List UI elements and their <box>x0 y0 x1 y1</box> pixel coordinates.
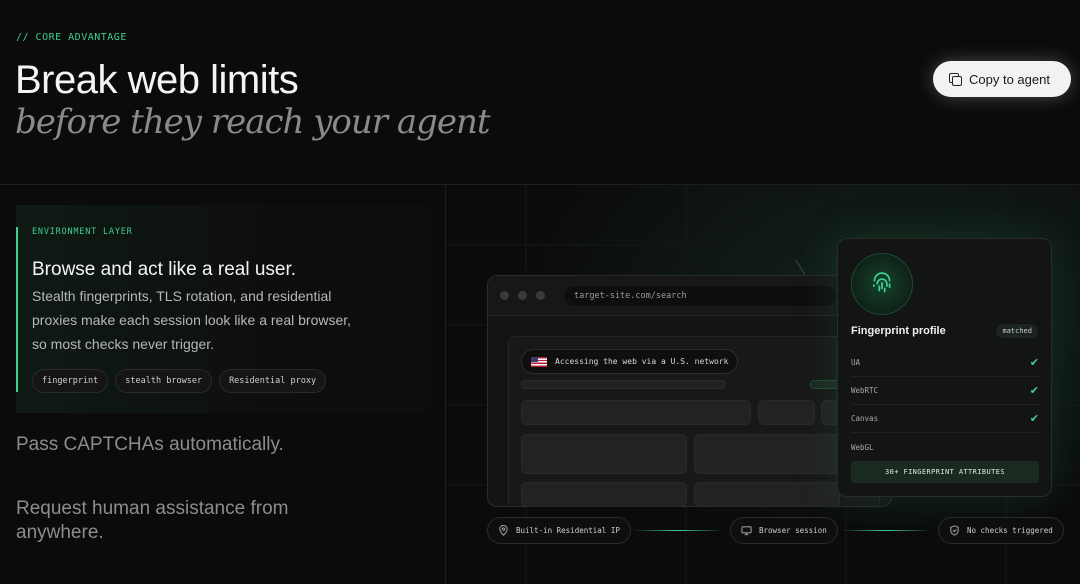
check-icon: ✔ <box>1029 356 1039 369</box>
status-residential-ip: Built-in Residential IP <box>487 517 631 544</box>
fingerprint-icon <box>851 253 913 315</box>
copy-button-label: Copy to agent <box>969 71 1050 87</box>
check-icon: ✔ <box>1029 384 1039 397</box>
tag-residential-proxy: Residential proxy <box>219 369 327 393</box>
monitor-icon <box>741 525 752 536</box>
placeholder-block <box>758 400 815 425</box>
status-no-checks: No checks triggered <box>938 517 1064 544</box>
feature-layer-label: ENVIRONMENT LAYER <box>32 227 133 237</box>
connector-line <box>632 530 724 531</box>
network-pill-label: Accessing the web via a U.S. network <box>555 357 729 366</box>
attribute-name: Canvas <box>851 414 879 423</box>
feature-title: Browse and act like a real user. <box>32 259 297 280</box>
page-title: Break web limits <box>15 58 299 102</box>
copy-to-agent-button[interactable]: Copy to agent <box>933 61 1071 97</box>
placeholder-block <box>694 482 840 507</box>
attribute-row-ua: UA ✔ <box>851 349 1039 377</box>
placeholder-block <box>694 434 840 474</box>
placeholder-line <box>521 380 726 389</box>
connector-line <box>840 530 932 531</box>
status-label: Browser session <box>759 526 827 535</box>
attributes-count-banner: 30+ FINGERPRINT ATTRIBUTES <box>851 461 1039 483</box>
active-indicator <box>16 227 18 392</box>
attribute-name: UA <box>851 358 861 367</box>
placeholder-block <box>521 400 751 425</box>
location-pin-icon <box>498 524 509 536</box>
page-subtitle: before they reach your agent <box>15 102 491 142</box>
feature-item-human-assistance[interactable]: Request human assistance from anywhere. <box>16 497 346 545</box>
section-eyebrow: // CORE ADVANTAGE <box>16 32 127 43</box>
fingerprint-title: Fingerprint profile <box>851 325 946 337</box>
status-browser-session: Browser session <box>730 517 838 544</box>
copy-icon <box>949 73 962 86</box>
window-dot-icon <box>536 291 545 300</box>
feature-tags: fingerprint stealth browser Residential … <box>32 369 327 393</box>
status-label: Built-in Residential IP <box>516 526 620 535</box>
status-label: No checks triggered <box>967 526 1053 535</box>
attribute-name: WebRTC <box>851 386 879 395</box>
tag-fingerprint: fingerprint <box>32 369 109 393</box>
status-badge: matched <box>996 324 1038 338</box>
placeholder-accent <box>810 380 840 389</box>
browser-toolbar: target-site.com/search <box>488 276 891 316</box>
network-pill: Accessing the web via a U.S. network <box>521 349 739 374</box>
attribute-row-canvas: Canvas ✔ <box>851 405 1039 433</box>
tag-stealth-browser: stealth browser <box>115 369 213 393</box>
window-dot-icon <box>518 291 527 300</box>
fingerprint-attribute-list: UA ✔ WebRTC ✔ Canvas ✔ WebGL <box>851 349 1039 461</box>
placeholder-block <box>521 434 687 474</box>
feature-item-captcha[interactable]: Pass CAPTCHAs automatically. <box>16 433 284 457</box>
check-icon: ✔ <box>1029 412 1039 425</box>
address-bar: target-site.com/search <box>564 285 836 306</box>
placeholder-block <box>521 482 687 507</box>
shield-check-icon <box>949 525 960 536</box>
us-flag-icon <box>531 356 547 367</box>
attribute-row-webrtc: WebRTC ✔ <box>851 377 1039 405</box>
feature-description: Stealth fingerprints, TLS rotation, and … <box>32 288 352 352</box>
window-dot-icon <box>500 291 509 300</box>
attribute-row-webgl: WebGL <box>851 433 1039 461</box>
fingerprint-profile-card: Fingerprint profile matched UA ✔ WebRTC … <box>837 238 1052 497</box>
attribute-name: WebGL <box>851 442 874 452</box>
